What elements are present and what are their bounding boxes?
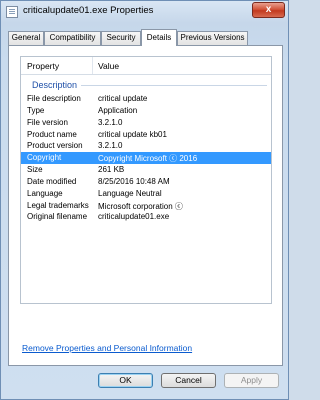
property-value: Microsoft corporation ⓒ [98, 201, 183, 211]
list-item[interactable]: Date modified 8/25/2016 10:48 AM [21, 176, 271, 188]
list-item[interactable]: File description critical update [21, 93, 271, 105]
tab-details[interactable]: Details [141, 29, 177, 46]
property-name: Product version [27, 141, 83, 151]
property-value: Language Neutral [98, 188, 162, 198]
tab-compatibility[interactable]: Compatibility [44, 31, 101, 45]
column-divider[interactable] [92, 57, 93, 74]
property-name: Size [27, 165, 43, 175]
tab-previous-versions[interactable]: Previous Versions [177, 31, 248, 45]
property-name: Language [27, 188, 63, 198]
property-name: Date modified [27, 176, 77, 186]
title-bar[interactable]: criticalupdate01.exe Properties x [1, 1, 288, 23]
property-value: Copyright Microsoft ⓒ 2016 [98, 154, 198, 164]
property-name: Copyright [27, 153, 62, 163]
property-rows: File description critical update Type Appl… [21, 93, 271, 223]
list-item[interactable]: Language Language Neutral [21, 188, 271, 200]
properties-window: criticalupdate01.exe Properties x Genera… [0, 0, 289, 400]
file-icon [6, 6, 18, 18]
list-header: Property Value [21, 57, 271, 75]
property-name: File description [27, 94, 81, 103]
property-name: Type [27, 105, 45, 115]
property-value: critical update kb01 [98, 129, 167, 139]
tab-general[interactable]: General [8, 31, 44, 45]
group-label-description: Description [32, 80, 78, 90]
property-value: 261 KB [98, 165, 125, 175]
list-item[interactable]: Size 261 KB [21, 164, 271, 176]
group-divider [81, 85, 267, 86]
property-name: Legal trademarks [27, 200, 89, 210]
list-item[interactable]: File version 3.2.1.0 [21, 117, 271, 129]
details-list[interactable]: Property Value Description File descript… [20, 56, 272, 304]
cancel-button[interactable]: Cancel [161, 373, 216, 388]
tab-security[interactable]: Security [101, 31, 141, 45]
tab-strip: General Compatibility Security Details P… [8, 29, 283, 46]
close-button[interactable]: x [252, 2, 285, 18]
window-title: criticalupdate01.exe Properties [23, 5, 154, 16]
property-value: 3.2.1.0 [98, 141, 123, 151]
property-name: File version [27, 117, 68, 127]
property-value: 3.2.1.0 [98, 117, 123, 127]
remove-properties-link[interactable]: Remove Properties and Personal Informati… [22, 343, 192, 353]
list-item[interactable]: Type Application [21, 105, 271, 117]
property-name: Product name [27, 129, 77, 139]
details-panel: Property Value Description File descript… [8, 45, 283, 366]
property-value: criticalupdate01.exe [98, 212, 170, 222]
list-item-selected[interactable]: Copyright Copyright Microsoft ⓒ 2016 [21, 152, 271, 165]
property-value: 8/25/2016 10:48 AM [98, 176, 170, 186]
apply-button[interactable]: Apply [224, 373, 279, 388]
list-item[interactable]: Legal trademarks Microsoft corporation ⓒ [21, 200, 271, 212]
list-item[interactable]: Product version 3.2.1.0 [21, 140, 271, 152]
list-item[interactable]: Product name critical update kb01 [21, 129, 271, 141]
property-value: Application [98, 105, 138, 115]
list-item[interactable]: Original filename criticalupdate01.exe [21, 211, 271, 223]
property-value: critical update [98, 94, 148, 103]
property-name: Original filename [27, 212, 88, 222]
column-header-value[interactable]: Value [98, 61, 119, 71]
ok-button[interactable]: OK [98, 373, 153, 388]
column-header-property[interactable]: Property [27, 61, 59, 71]
